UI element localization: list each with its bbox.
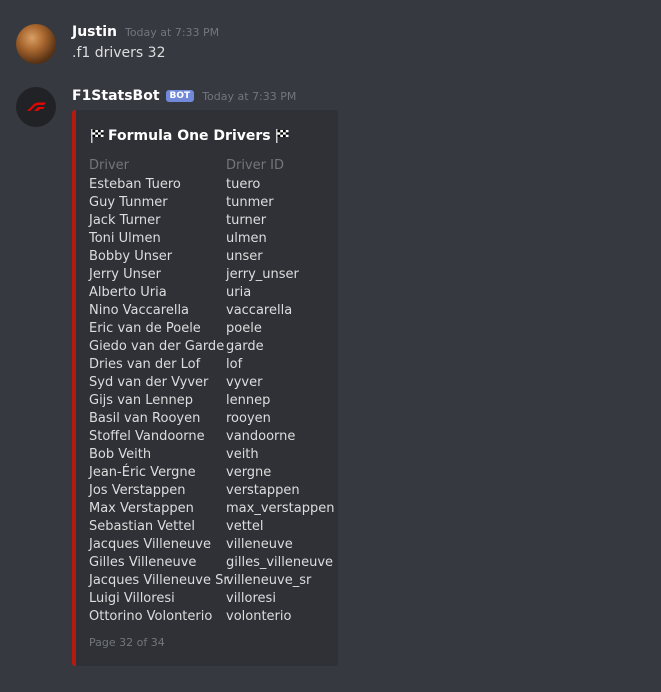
- driver-name: Bobby Unser: [89, 249, 173, 264]
- driver-name: Jacques Villeneuve Sr.: [89, 573, 232, 588]
- driver-id: vandoorne: [226, 429, 296, 444]
- driver-id: veith: [226, 447, 259, 462]
- driver-name: Ottorino Volonterio: [89, 609, 213, 624]
- driver-id: tunmer: [226, 195, 274, 210]
- column-header-driver: Driver: [89, 158, 130, 173]
- driver-name: Jean-Éric Vergne: [89, 465, 196, 480]
- driver-name: Eric van de Poele: [89, 321, 201, 336]
- timestamp: Today at 7:33 PM: [124, 26, 220, 39]
- driver-id: villoresi: [226, 591, 276, 606]
- embed-footer: Page 32 of 34: [89, 636, 165, 649]
- driver-name: Jos Verstappen: [89, 483, 186, 498]
- driver-name: Max Verstappen: [89, 501, 194, 516]
- chequered-flag-icon: [275, 129, 289, 143]
- avatar[interactable]: [16, 24, 56, 64]
- driver-name: Alberto Uria: [89, 285, 167, 300]
- driver-id: garde: [226, 339, 264, 354]
- chequered-flag-icon: [91, 129, 104, 143]
- driver-name: Toni Ulmen: [89, 231, 161, 246]
- driver-name: Sebastian Vettel: [89, 519, 195, 534]
- driver-name: Dries van der Lof: [89, 357, 201, 372]
- avatar[interactable]: [16, 87, 56, 127]
- driver-name: Luigi Villoresi: [89, 591, 175, 606]
- driver-name: Nino Vaccarella: [89, 303, 190, 318]
- driver-id-list: tuero tunmer turner ulmen unser jerry_unserur…: [226, 176, 334, 626]
- driver-id: turner: [226, 213, 267, 228]
- driver-name: Bob Veith: [89, 447, 152, 462]
- embed-title-text: Formula One Drivers: [108, 128, 271, 144]
- username[interactable]: F1StatsBot: [72, 88, 160, 104]
- driver-id: tuero: [226, 177, 261, 192]
- embed-title: Formula One Drivers: [89, 128, 290, 144]
- driver-id: unser: [226, 249, 263, 264]
- timestamp: Today at 7:33 PM: [202, 90, 297, 103]
- driver-id: lof: [226, 357, 243, 372]
- driver-name: Stoffel Vandoorne: [89, 429, 205, 444]
- driver-name-list: Esteban Tuero Guy Tunmer Jack Turner Toni U…: [89, 176, 232, 626]
- driver-id: villeneuve_sr: [226, 573, 312, 588]
- driver-id: vyver: [226, 375, 263, 390]
- driver-id: vettel: [226, 519, 264, 534]
- driver-name: Jack Turner: [89, 213, 161, 228]
- driver-id: vergne: [226, 465, 272, 480]
- driver-id: uria: [226, 285, 252, 300]
- driver-id: poele: [226, 321, 262, 336]
- driver-id: jerry_unser: [226, 267, 299, 282]
- driver-id: villeneuve: [226, 537, 293, 552]
- driver-id: max_verstappen: [226, 501, 335, 516]
- column-header-driver-id: Driver ID: [226, 158, 284, 173]
- driver-name: Esteban Tuero: [89, 177, 181, 192]
- driver-name: Gilles Villeneuve: [89, 555, 197, 570]
- username[interactable]: Justin: [72, 24, 117, 40]
- driver-name: Gijs van Lennep: [89, 393, 193, 408]
- driver-id: ulmen: [226, 231, 267, 246]
- driver-name: Giedo van der Garde: [89, 339, 225, 354]
- driver-id: gilles_villeneuve: [226, 555, 334, 570]
- driver-id: verstappen: [226, 483, 300, 498]
- driver-name: Guy Tunmer: [89, 195, 168, 210]
- driver-name: Jerry Unser: [89, 267, 161, 282]
- driver-id: rooyen: [226, 411, 271, 426]
- driver-id: vaccarella: [226, 303, 293, 318]
- bot-tag: BOT: [165, 90, 195, 102]
- driver-name: Jacques Villeneuve: [89, 537, 211, 552]
- driver-id: lennep: [226, 393, 271, 408]
- driver-id: volonterio: [226, 609, 292, 624]
- driver-name: Basil van Rooyen: [89, 411, 201, 426]
- drivers-embed: Formula One Drivers Driver Driver ID Est…: [72, 110, 338, 666]
- message-content: .f1 drivers 32: [72, 45, 166, 61]
- driver-name: Syd van der Vyver: [89, 375, 209, 390]
- f1-logo-icon: [27, 102, 46, 111]
